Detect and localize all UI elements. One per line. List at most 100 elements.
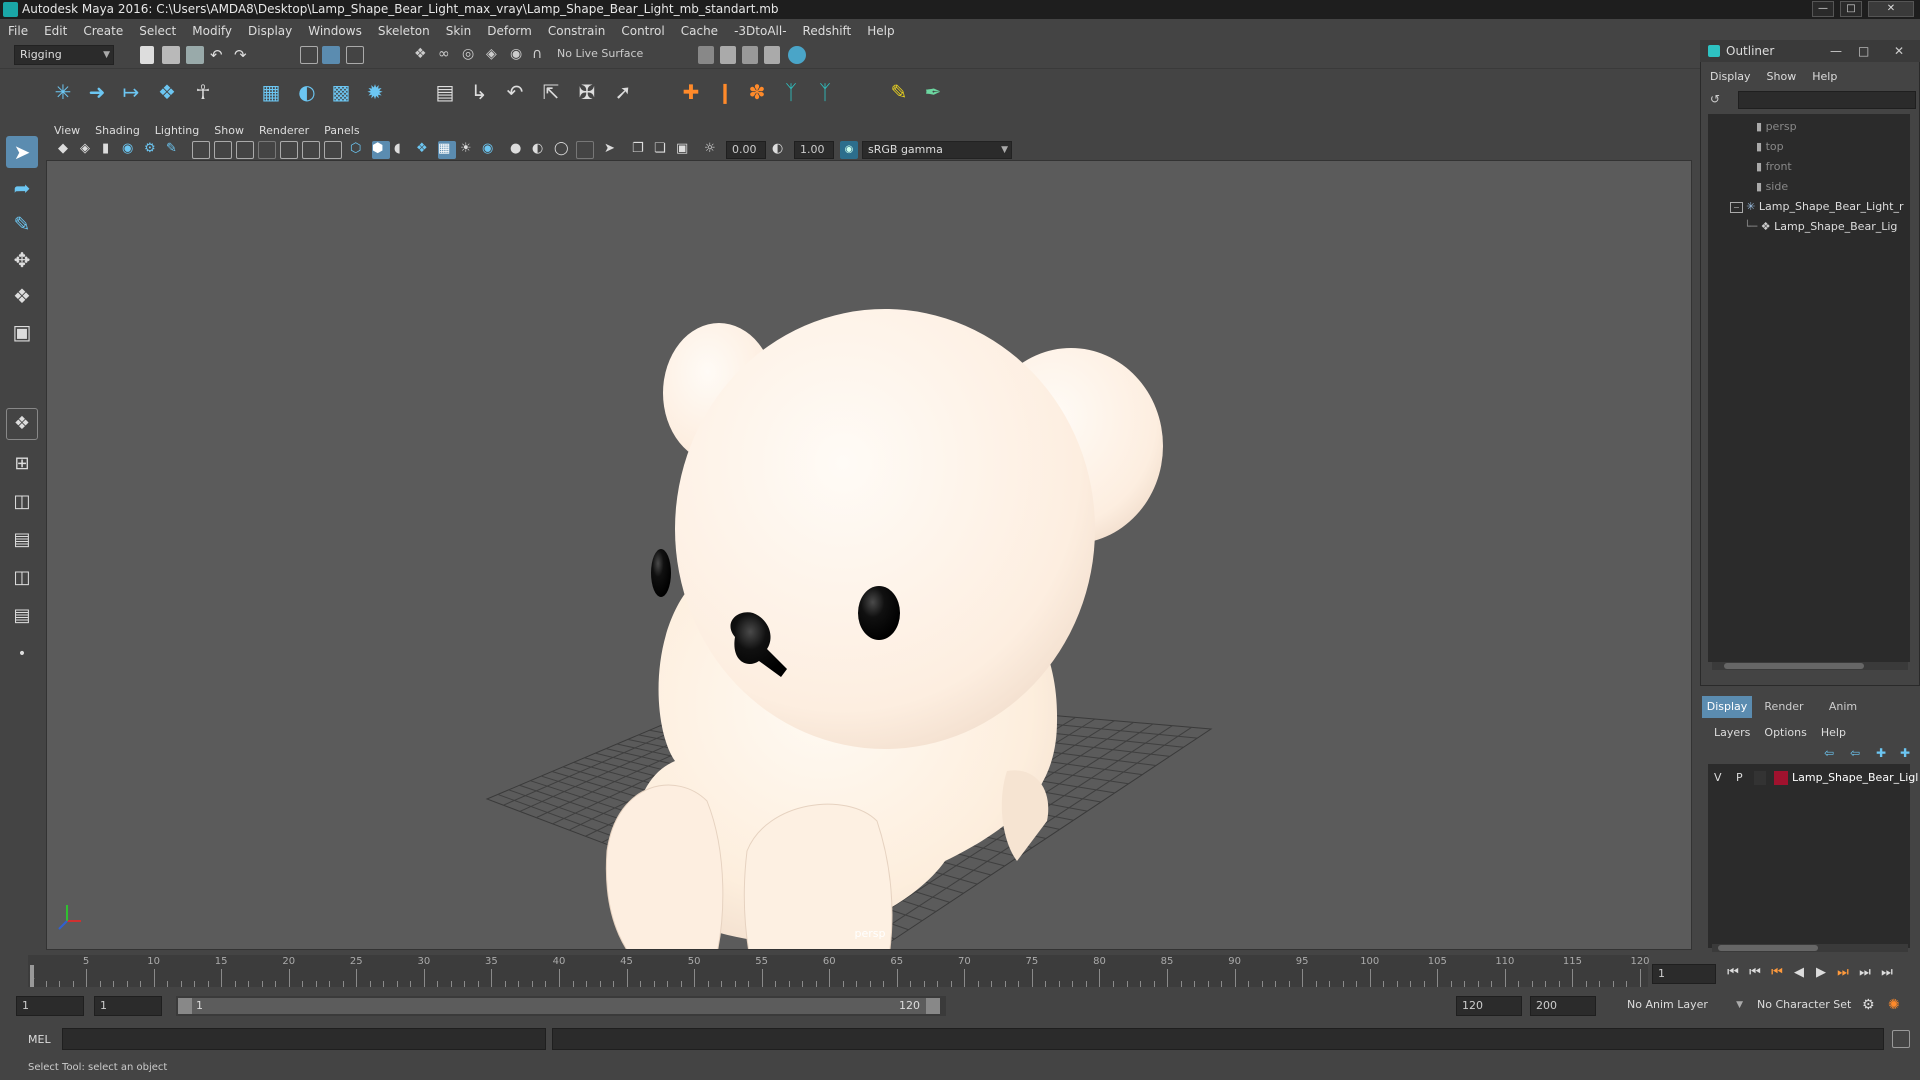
snap-grid-icon[interactable]: ❖: [414, 46, 432, 64]
paint-weights-icon[interactable]: ▩: [326, 77, 356, 107]
menu-select[interactable]: Select: [139, 24, 176, 38]
outliner-filter-icon[interactable]: ↺: [1710, 92, 1728, 110]
auto-key-icon[interactable]: ⚙: [1862, 997, 1880, 1015]
menu-3dtoall[interactable]: -3DtoAll-: [734, 24, 786, 38]
tab-display[interactable]: Display: [1702, 696, 1752, 718]
grid-toggle-icon[interactable]: [192, 141, 210, 159]
shadows-icon[interactable]: ☀: [460, 141, 478, 159]
rotate-tool-icon[interactable]: ❖: [6, 280, 38, 312]
gamma-icon[interactable]: ◐: [772, 141, 790, 159]
magnet-icon[interactable]: ∩: [532, 46, 550, 64]
isolate-select-icon[interactable]: ➤: [604, 141, 622, 159]
exposure-field[interactable]: 0.00: [726, 141, 766, 159]
layer-display-type[interactable]: [1754, 771, 1766, 785]
wireframe-icon[interactable]: ⬡: [350, 141, 368, 159]
character-set-dropdown[interactable]: No Character Set: [1752, 996, 1862, 1016]
outliner-menu-show[interactable]: Show: [1767, 70, 1797, 83]
hypershade-layout-icon[interactable]: ◫: [6, 562, 38, 594]
panel-menu-lighting[interactable]: Lighting: [155, 124, 199, 137]
outliner-item-bear-root[interactable]: − ✳ Lamp_Shape_Bear_Light_r: [1730, 198, 1904, 216]
range-start-grip[interactable]: [178, 998, 192, 1014]
interactive-bind-icon[interactable]: ◐: [292, 77, 322, 107]
use-all-lights-icon[interactable]: ▦: [438, 141, 456, 159]
panel-menu-view[interactable]: View: [54, 124, 80, 137]
animation-prefs-icon[interactable]: ✺: [1888, 997, 1906, 1015]
step-back-key-icon[interactable]: ⏮: [1768, 964, 1786, 982]
outliner-minimize-button[interactable]: —: [1830, 40, 1842, 62]
layer-playback-toggle[interactable]: P: [1736, 771, 1743, 784]
layer-menu-options[interactable]: Options: [1764, 726, 1806, 739]
outliner-menu-display[interactable]: Display: [1710, 70, 1751, 83]
tab-render[interactable]: Render: [1756, 696, 1812, 718]
scale-tool-icon[interactable]: ▣: [6, 316, 38, 348]
play-backwards-icon[interactable]: ◀: [1790, 964, 1808, 982]
field-chart-icon[interactable]: [280, 141, 298, 159]
gate-mask-icon[interactable]: [258, 141, 276, 159]
resolution-gate-icon[interactable]: [236, 141, 254, 159]
outliner-item-front[interactable]: ▮ front: [1756, 158, 1792, 176]
open-scene-icon[interactable]: [162, 46, 180, 64]
gamma-field[interactable]: 1.00: [794, 141, 834, 159]
layer-hscrollbar[interactable]: [1712, 944, 1908, 952]
brush-icon[interactable]: ✒: [918, 77, 948, 107]
render-settings-icon[interactable]: [698, 46, 714, 64]
motion-blur-icon[interactable]: ●: [510, 141, 528, 159]
menu-constrain[interactable]: Constrain: [548, 24, 606, 38]
outliner-item-bear-mesh[interactable]: └─ ❖ Lamp_Shape_Bear_Lig: [1744, 218, 1897, 236]
outliner-maximize-button[interactable]: □: [1858, 40, 1869, 62]
menu-create[interactable]: Create: [83, 24, 123, 38]
maximize-button[interactable]: □: [1840, 1, 1862, 17]
new-layer-selected-icon[interactable]: ✚: [1900, 746, 1910, 760]
anim-layer-dropdown[interactable]: No Anim Layer ▼: [1622, 996, 1746, 1016]
hik-icon[interactable]: ᛉ: [776, 77, 806, 107]
command-input[interactable]: [62, 1028, 546, 1050]
panel-menu-shading[interactable]: Shading: [95, 124, 140, 137]
ik-handle-icon[interactable]: ➜: [82, 77, 112, 107]
xray-active-icon[interactable]: ❏: [654, 141, 672, 159]
color-management-icon[interactable]: ◉: [840, 141, 858, 159]
point-constraint-icon[interactable]: ▤: [430, 77, 460, 107]
current-frame-field[interactable]: 1: [1652, 964, 1716, 984]
xray-joints-icon[interactable]: ❐: [632, 141, 650, 159]
layout-options-icon[interactable]: •: [6, 638, 38, 670]
bind-skin-icon[interactable]: ▦: [256, 77, 286, 107]
go-to-end-icon[interactable]: ⏭: [1878, 964, 1896, 982]
panel-menu-panels[interactable]: Panels: [324, 124, 359, 137]
persp-graph-layout-icon[interactable]: ▤: [6, 524, 38, 556]
hik-character-icon[interactable]: ᛉ: [810, 77, 840, 107]
wire-icon[interactable]: ✽: [742, 77, 772, 107]
panel-menu-show[interactable]: Show: [214, 124, 244, 137]
render-view-icon[interactable]: [764, 46, 780, 64]
range-slider-handle[interactable]: 1 120: [178, 998, 940, 1014]
animation-start-field[interactable]: 1: [16, 996, 84, 1016]
view-transform-dropdown[interactable]: sRGB gamma ▼: [862, 141, 1012, 159]
move-layer-up-icon[interactable]: ⇦: [1824, 746, 1834, 760]
step-forward-key-icon[interactable]: ⏭: [1834, 964, 1852, 982]
influence-icon[interactable]: ✹: [360, 77, 390, 107]
snap-view-plane-icon[interactable]: ◈: [486, 46, 504, 64]
lattice-icon[interactable]: ❙: [710, 77, 740, 107]
step-forward-frame-icon[interactable]: ⏭: [1856, 964, 1874, 982]
menu-edit[interactable]: Edit: [44, 24, 67, 38]
outliner-hscrollbar[interactable]: [1712, 662, 1908, 670]
snap-curve-icon[interactable]: ∞: [438, 46, 456, 64]
new-scene-icon[interactable]: [140, 46, 154, 64]
orient-constraint-icon[interactable]: ↶: [500, 77, 530, 107]
single-view-layout-icon[interactable]: ❖: [6, 408, 38, 440]
menu-redshift[interactable]: Redshift: [803, 24, 852, 38]
ik-curve-icon[interactable]: ❖: [152, 77, 182, 107]
multisample-icon[interactable]: ◐: [532, 141, 550, 159]
scale-constraint-icon[interactable]: ⇱: [536, 77, 566, 107]
range-slider[interactable]: 1 120: [176, 996, 946, 1016]
aim-constraint-icon[interactable]: ↳: [464, 77, 494, 107]
select-tool-icon[interactable]: ➤: [6, 136, 38, 168]
undo-icon[interactable]: ↶: [210, 46, 228, 64]
camera-attributes-icon[interactable]: ◈: [80, 141, 98, 159]
live-surface-field[interactable]: No Live Surface: [552, 45, 656, 65]
animation-end-field[interactable]: 200: [1530, 996, 1596, 1016]
layer-hscroll-thumb[interactable]: [1718, 945, 1818, 951]
layer-visibility-toggle[interactable]: V: [1714, 771, 1722, 784]
outliner-item-side[interactable]: ▮ side: [1756, 178, 1788, 196]
pole-vector-icon[interactable]: ➚: [608, 77, 638, 107]
redo-icon[interactable]: ↷: [234, 46, 252, 64]
